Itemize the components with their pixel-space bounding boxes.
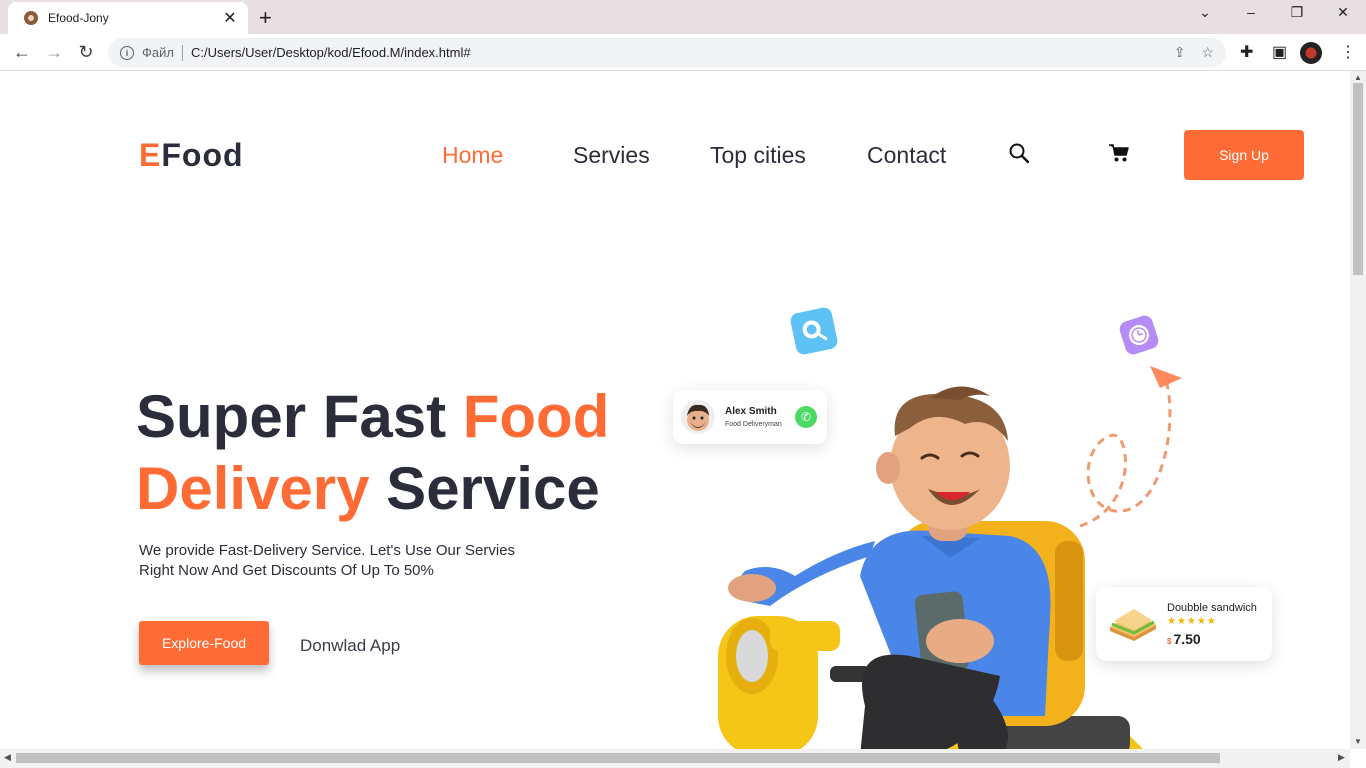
rating-stars: ★★★★★ xyxy=(1167,616,1217,627)
address-url[interactable]: C:/Users/User/Desktop/kod/Efood.M/index.… xyxy=(191,45,1158,60)
scroll-right-icon[interactable]: ▶ xyxy=(1338,752,1345,763)
horizontal-scroll-thumb[interactable] xyxy=(16,753,1220,763)
reload-icon[interactable]: ↻ xyxy=(74,40,98,64)
restore-icon[interactable]: ❐ xyxy=(1274,4,1320,21)
cart-icon[interactable] xyxy=(1108,143,1130,163)
nav-home[interactable]: Home xyxy=(442,142,503,169)
price-value: 7.50 xyxy=(1173,631,1201,647)
vertical-scrollbar[interactable]: ▲ ▼ xyxy=(1350,71,1366,749)
site-logo[interactable]: EFood xyxy=(139,137,244,174)
tab-search-icon[interactable]: ⌄ xyxy=(1182,4,1228,21)
driver-role: Food Deliveryman xyxy=(725,421,782,428)
side-panel-icon[interactable]: ▣ xyxy=(1272,42,1287,62)
share-icon[interactable]: ⇪ xyxy=(1174,44,1186,61)
food-card: Doubble sandwich ★★★★★ $7.50 xyxy=(1096,587,1272,661)
hero-title-part: Service xyxy=(369,455,600,522)
hero-title-accent: Food xyxy=(462,383,610,450)
nav-top-cities[interactable]: Top cities xyxy=(710,142,806,169)
download-app-link[interactable]: Donwlad App xyxy=(300,636,400,656)
browser-toolbar: ← → ↻ i Файл C:/Users/User/Desktop/kod/E… xyxy=(0,34,1366,71)
dish-name: Doubble sandwich xyxy=(1167,602,1257,614)
hero-title: Super Fast Food Delivery Service xyxy=(136,381,609,525)
sandwich-icon xyxy=(1110,609,1156,641)
back-icon[interactable]: ← xyxy=(10,40,34,64)
driver-card: Alex Smith Food Deliveryman ✆ xyxy=(673,390,827,444)
bookmark-star-icon[interactable]: ☆ xyxy=(1201,44,1214,61)
profile-avatar[interactable] xyxy=(1300,42,1322,64)
site-info-icon[interactable]: i xyxy=(120,45,134,60)
tab-title: Efood-Jony xyxy=(48,11,109,25)
dish-price: $7.50 xyxy=(1167,631,1201,647)
address-separator xyxy=(181,44,183,61)
logo-text: Food xyxy=(161,137,244,173)
forward-icon[interactable]: → xyxy=(42,40,66,64)
address-prefix: Файл xyxy=(142,45,174,60)
driver-name: Alex Smith xyxy=(725,406,777,417)
browser-tab[interactable]: Efood-Jony ✕ xyxy=(8,2,248,34)
search-bubble-icon xyxy=(789,306,839,356)
address-bar[interactable]: i Файл C:/Users/User/Desktop/kod/Efood.M… xyxy=(108,38,1226,67)
delivery-man-illustration xyxy=(718,366,1182,749)
logo-letter: E xyxy=(139,137,162,173)
scroll-up-icon[interactable]: ▲ xyxy=(1354,73,1362,82)
browser-tab-strip: Efood-Jony ✕ + ⌄ – ❐ ✕ xyxy=(0,0,1366,34)
vertical-scroll-thumb[interactable] xyxy=(1353,83,1363,275)
horizontal-scrollbar[interactable]: ◀ ▶ xyxy=(0,749,1350,768)
browser-menu-icon[interactable]: ⋮ xyxy=(1340,42,1356,62)
search-icon[interactable] xyxy=(1009,143,1029,163)
new-tab-button[interactable]: + xyxy=(259,5,272,31)
phone-call-icon[interactable]: ✆ xyxy=(795,406,817,428)
tab-close-icon[interactable]: ✕ xyxy=(222,8,238,28)
hero-description: We provide Fast-Delivery Service. Let's … xyxy=(139,542,516,579)
scroll-left-icon[interactable]: ◀ xyxy=(4,752,11,763)
page-viewport: EFood Home Servies Top cities Contact Si… xyxy=(0,71,1350,749)
hero-illustration: Alex Smith Food Deliveryman ✆ Doubble sa… xyxy=(660,296,1280,749)
scroll-down-icon[interactable]: ▼ xyxy=(1354,737,1362,746)
nav-contact[interactable]: Contact xyxy=(867,142,946,169)
hero-title-part: Super Fast xyxy=(136,383,463,450)
hero-title-accent: Delivery xyxy=(136,455,370,522)
nav-services[interactable]: Servies xyxy=(573,142,650,169)
window-close-icon[interactable]: ✕ xyxy=(1320,4,1366,21)
explore-food-button[interactable]: Explore-Food xyxy=(139,621,269,665)
extensions-puzzle-icon[interactable]: ✚ xyxy=(1240,42,1253,62)
minimize-icon[interactable]: – xyxy=(1228,4,1274,20)
driver-avatar xyxy=(681,400,715,434)
site-favicon-icon xyxy=(24,11,38,25)
sign-up-button[interactable]: Sign Up xyxy=(1184,130,1304,180)
price-currency: $ xyxy=(1167,637,1172,646)
